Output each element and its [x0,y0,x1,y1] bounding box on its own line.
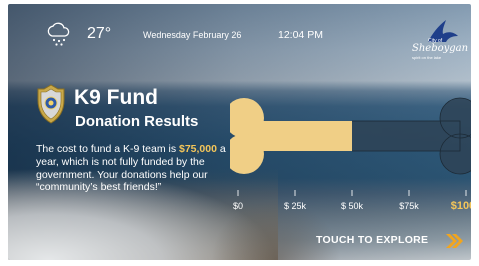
kiosk-screen[interactable]: 27° Wednesday February 26 12:04 PM City … [8,4,471,260]
fund-subtitle: Donation Results [75,113,199,130]
axis-tick-label: $0 [233,201,243,211]
axis-tick-label: $100k [451,200,471,212]
axis-tick-label: $ 50k [341,201,364,211]
logo-tagline: spirit on the lake [412,55,442,60]
fund-description: The cost to fund a K-9 team is $75,000 a… [36,143,236,194]
time-label: 12:04 PM [278,29,323,41]
axis-tick-label: $75k [399,201,419,211]
cost-amount: $75,000 [179,143,217,155]
donation-progress-chart: $0 $ 25k $ 50k $75k $100k [230,97,471,212]
description-intro: The cost to fund a K-9 team is [36,143,179,155]
axis-tick-label: $ 25k [284,201,307,211]
date-label: Wednesday February 26 [143,30,242,40]
touch-to-explore-button[interactable]: TOUCH TO EXPLORE [316,234,428,246]
logo-name: Sheboygan [412,43,469,54]
cloud-snow-icon [47,22,70,46]
police-badge-icon [37,84,65,124]
double-chevron-right-icon[interactable] [445,233,463,249]
fund-title: K9 Fund [74,86,158,109]
temperature: 27° [87,25,112,42]
header-bar: 27° Wednesday February 26 12:04 PM [8,4,471,46]
